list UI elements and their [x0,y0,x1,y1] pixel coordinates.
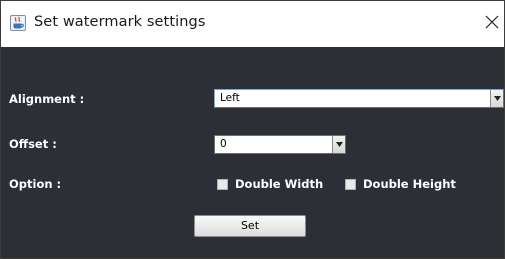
dialog-window: Set watermark settings Alignment : Left … [0,0,505,259]
chevron-down-icon[interactable] [332,136,345,153]
alignment-dropdown[interactable]: Left [214,89,504,108]
set-button[interactable]: Set [194,215,306,237]
double-height-label[interactable]: Double Height [363,177,456,191]
alignment-value: Left [220,92,240,104]
alignment-label: Alignment : [9,92,85,106]
option-label: Option : [9,177,62,191]
close-icon[interactable] [483,13,501,31]
double-width-checkbox[interactable] [217,179,228,190]
settings-panel: Alignment : Left Offset : 0 Option : Dou… [1,47,504,258]
title-bar: Set watermark settings [1,1,504,47]
java-icon [10,15,26,31]
double-width-label[interactable]: Double Width [235,177,323,191]
window-title: Set watermark settings [34,14,206,30]
offset-dropdown[interactable]: 0 [214,135,346,154]
chevron-down-icon[interactable] [490,90,503,107]
offset-label: Offset : [9,137,57,151]
double-height-checkbox[interactable] [345,179,356,190]
offset-value: 0 [220,138,227,150]
